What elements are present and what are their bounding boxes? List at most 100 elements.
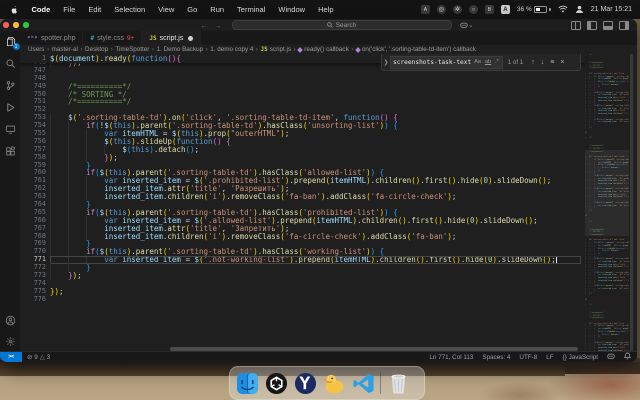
cursor-position[interactable]: Ln 771, Col 113 <box>429 354 473 361</box>
menu-item-edit[interactable]: Edit <box>82 0 108 19</box>
code-editor[interactable]: 7467477487497507517527537547557567577587… <box>20 54 633 352</box>
vscode-window: ← → Search ⌄ 1 ᵖʰᵖ spotter.php # style.c… <box>0 19 637 362</box>
indentation[interactable]: Spaces: 4 <box>482 354 510 361</box>
editor-gutter[interactable]: 7467477487497507517527537547557567577587… <box>20 58 46 304</box>
ring-icon[interactable]: ○ <box>468 5 478 14</box>
toggle-secondary-sidebar-icon[interactable] <box>619 20 629 30</box>
code-line[interactable]: } <box>50 264 581 272</box>
breadcrumb-item[interactable]: JS script.js <box>261 46 292 53</box>
editor-code-area[interactable]: }); /*==========*/ /* SORTING */ /*=====… <box>50 59 581 304</box>
tab-script.js[interactable]: JS script.js <box>142 31 202 45</box>
close-icon[interactable]: × <box>557 59 567 66</box>
menubar-clock[interactable]: 21 Mar 15:21 <box>591 6 632 13</box>
toggle-panel-icon[interactable] <box>603 20 613 30</box>
match-case-icon[interactable]: Aa <box>473 59 482 65</box>
navigate-back-icon[interactable]: ← <box>201 21 209 30</box>
code-line[interactable]: /*==========*/ <box>50 98 581 106</box>
breadcrumb-item[interactable]: 1. Demo Backup <box>157 46 204 53</box>
breadcrumb-item[interactable]: 1. demo copy 4 <box>210 46 253 53</box>
problems-indicator[interactable]: ⊘ 9 △ 3 <box>22 354 50 361</box>
code-line[interactable] <box>50 296 581 304</box>
find-next-icon[interactable]: ↓ <box>538 59 548 66</box>
vscode-icon[interactable] <box>351 371 375 395</box>
tab-spotter.php[interactable]: ᵖʰᵖ spotter.php <box>20 31 84 45</box>
duck-app-icon[interactable] <box>322 371 346 395</box>
code-line[interactable]: /*==========*/ <box>50 82 581 91</box>
battery-indicator[interactable]: 36 % <box>517 5 551 14</box>
swirl-icon[interactable]: ◎ <box>436 5 446 14</box>
code-line[interactable]: }); <box>50 153 581 162</box>
breadcrumb-item[interactable]: master-al <box>52 46 78 53</box>
encoding[interactable]: UTF-8 <box>519 354 537 361</box>
find-input[interactable]: screenshots-task-text Aa ab .* <box>390 55 503 69</box>
source-control-icon[interactable] <box>4 79 17 92</box>
breadcrumb-item[interactable]: Desktop <box>85 46 108 53</box>
menu-item-go[interactable]: Go <box>181 0 204 19</box>
find-previous-icon[interactable]: ↑ <box>528 59 538 66</box>
code-line[interactable]: inserted_item.children('i').removeClass(… <box>50 232 581 241</box>
account-icon[interactable] <box>4 314 17 327</box>
copilot-menu-button[interactable]: ⌄ <box>459 22 474 29</box>
extensions-icon[interactable] <box>4 145 17 158</box>
code-line[interactable] <box>50 280 581 288</box>
keyboard-layout-a-icon[interactable]: A <box>500 5 510 14</box>
code-line[interactable]: var inserted_item = $('.not-working-list… <box>50 256 581 265</box>
search-icon[interactable] <box>4 57 17 70</box>
customize-layout-icon[interactable] <box>571 20 581 30</box>
menu-item-window[interactable]: Window <box>272 0 312 19</box>
chevron-down-icon: ⌄ <box>468 22 474 29</box>
eol-sequence[interactable]: LF <box>546 354 553 361</box>
menu-app-name[interactable]: Code <box>25 0 57 19</box>
menu-item-view[interactable]: View <box>152 0 181 19</box>
find-toggle-replace-icon[interactable]: ❯ <box>382 59 390 66</box>
modified-dot-icon[interactable] <box>188 35 194 41</box>
text-cursor <box>555 256 557 264</box>
window-titlebar[interactable]: ← → Search ⌄ <box>0 19 637 31</box>
remote-indicator[interactable]: >< <box>0 352 22 362</box>
remote-explorer-icon[interactable] <box>4 123 17 136</box>
menu-item-selection[interactable]: Selection <box>108 0 152 19</box>
user-switch-icon[interactable] <box>575 5 584 15</box>
app-b-icon[interactable]: B <box>484 5 494 14</box>
language-mode[interactable]: {} JavaScript <box>563 354 598 361</box>
menu-item-terminal[interactable]: Terminal <box>231 0 272 19</box>
regex-icon[interactable]: .* <box>494 59 500 65</box>
breadcrumb-item[interactable]: TimeSpotter <box>115 46 149 53</box>
code-line[interactable]: inserted_item.children('i').removeClass(… <box>50 193 581 201</box>
yandex-icon[interactable] <box>293 371 317 395</box>
trash-icon[interactable] <box>386 371 410 395</box>
tab-style.css[interactable]: # style.css 9+ <box>83 31 143 45</box>
run-debug-icon[interactable] <box>4 101 17 114</box>
copilot-status-icon[interactable] <box>607 353 615 362</box>
whole-word-icon[interactable]: ab <box>484 59 492 65</box>
code-line[interactable]: $(this).detach(); <box>50 145 581 154</box>
menu-item-run[interactable]: Run <box>204 0 231 19</box>
command-center-search[interactable]: Search <box>231 19 452 31</box>
explorer-icon[interactable]: 1 <box>4 35 20 50</box>
wifi-icon[interactable] <box>558 5 568 15</box>
app-a-icon[interactable]: A <box>420 5 430 14</box>
vertical-scrollbar[interactable] <box>630 54 633 352</box>
breadcrumb-item[interactable]: ready() callback <box>297 46 349 53</box>
horizontal-scrollbar[interactable] <box>170 347 578 351</box>
minimize-window-button[interactable] <box>13 22 19 28</box>
zoom-window-button[interactable] <box>23 22 29 28</box>
breadcrumb-item[interactable]: Users <box>28 46 44 53</box>
finder-icon[interactable] <box>235 371 259 395</box>
find-in-selection-icon[interactable]: ≡ <box>547 59 557 66</box>
code-line[interactable]: }); <box>50 287 581 296</box>
menu-item-help[interactable]: Help <box>312 0 340 19</box>
code-line[interactable]: }); <box>50 272 581 280</box>
close-window-button[interactable] <box>3 22 9 28</box>
navigate-forward-icon[interactable]: → <box>214 21 222 30</box>
minimap-slider[interactable] <box>585 150 629 236</box>
breadcrumb-item[interactable]: on('click', '.sorting-table-td-item') ca… <box>355 46 476 53</box>
toggle-primary-sidebar-icon[interactable] <box>587 20 597 30</box>
settings-gear-icon[interactable] <box>4 335 17 348</box>
notifications-bell-icon[interactable] <box>623 352 632 362</box>
gear-tray-icon[interactable]: ✲ <box>452 5 462 14</box>
chatgpt-icon[interactable] <box>264 371 288 395</box>
apple-menu-icon[interactable] <box>0 5 25 14</box>
line-number[interactable]: 776 <box>20 295 46 304</box>
menu-item-file[interactable]: File <box>57 0 82 19</box>
